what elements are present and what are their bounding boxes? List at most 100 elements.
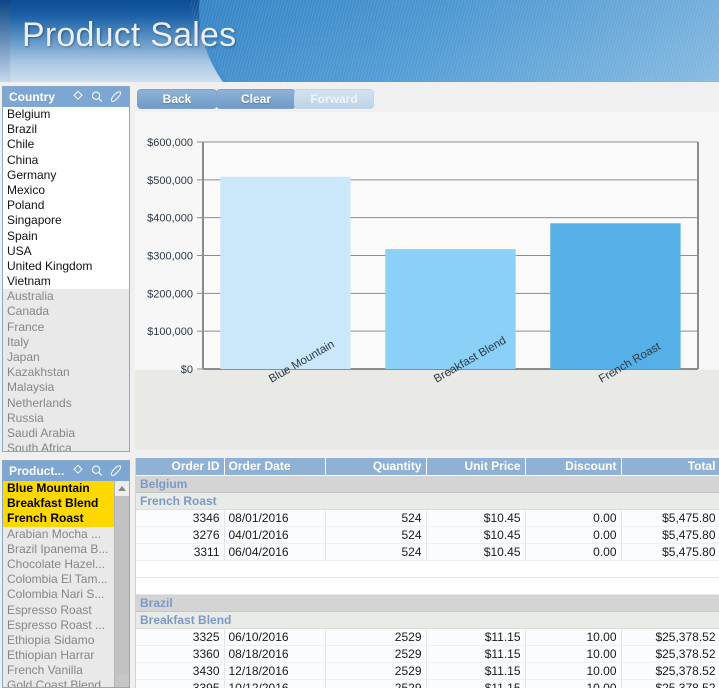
column-header-total[interactable]: Total — [621, 458, 719, 476]
country-list-item[interactable]: Saudi Arabia — [3, 426, 129, 441]
clear-button[interactable]: Clear — [216, 89, 296, 109]
country-list-item[interactable]: Spain — [3, 228, 129, 244]
product-list-item[interactable]: Brazil Ipanema B... — [3, 542, 114, 557]
country-list-item[interactable]: Belgium — [3, 107, 129, 123]
product-list-item[interactable]: French Vanilla — [3, 663, 114, 678]
country-list-item[interactable]: Brazil — [3, 122, 129, 138]
country-list-item[interactable]: USA — [3, 243, 129, 259]
product-list-item[interactable]: French Roast — [3, 511, 114, 527]
country-list-item[interactable]: Poland — [3, 198, 129, 214]
scroll-up-icon[interactable] — [115, 481, 129, 497]
scrollbar-thumb[interactable] — [115, 497, 129, 675]
eraser-icon[interactable] — [109, 90, 123, 104]
eraser-icon[interactable] — [109, 464, 123, 478]
country-listbox-title: Country — [9, 90, 55, 104]
product-list-item[interactable]: Blue Mountain — [3, 481, 114, 497]
table-row[interactable]: 3430 12/18/2016 2529 $11.15 10.00 $25,378.52 — [136, 662, 719, 680]
cell-order_date: 04/01/2016 — [224, 526, 326, 544]
country-list-item[interactable]: Vietnam — [3, 274, 129, 290]
country-list-item[interactable]: Kazakhstan — [3, 365, 129, 380]
country-list-item[interactable]: China — [3, 152, 129, 168]
country-list-item[interactable]: France — [3, 320, 129, 335]
spacer-cell — [136, 560, 719, 578]
cell-order_id: 3276 — [136, 526, 225, 544]
cell-order_date: 06/10/2016 — [224, 628, 326, 646]
product-listbox-icons — [71, 464, 125, 478]
product-list-item[interactable]: Espresso Roast ... — [3, 618, 114, 633]
banner-texture-decoration — [189, 0, 719, 82]
cell-total: $25,378.52 — [621, 628, 719, 646]
cell-quantity: 2529 — [325, 662, 427, 680]
back-button[interactable]: Back — [137, 89, 217, 109]
order-details-table[interactable]: Order ID Order Date Quantity Unit Price Disc… — [135, 458, 719, 688]
country-list-item[interactable]: Italy — [3, 335, 129, 350]
product-group-row[interactable]: French Roast — [136, 492, 719, 510]
country-list-item[interactable]: South Africa — [3, 441, 129, 451]
page-banner: Product Sales — [0, 0, 719, 82]
sort-toggle-icon[interactable] — [71, 90, 85, 104]
banner-left-edge — [0, 0, 10, 82]
cell-unit_price: $11.15 — [426, 679, 526, 688]
product-list-item[interactable]: Gold Coast Blend — [3, 678, 114, 687]
product-listbox[interactable]: Product... Blue Mountain Breakfast Blend F… — [2, 460, 130, 688]
country-list-item[interactable]: Netherlands — [3, 396, 129, 411]
table-row[interactable]: 3325 06/10/2016 2529 $11.15 10.00 $25,378.52 — [136, 628, 719, 646]
column-header-discount[interactable]: Discount — [525, 458, 622, 476]
product-list-item[interactable]: Chocolate Hazel... — [3, 557, 114, 572]
product-list-item[interactable]: Colombia El Tam... — [3, 572, 114, 587]
product-listbox-scrollbar[interactable] — [114, 481, 129, 687]
cell-order_id: 3360 — [136, 645, 225, 663]
column-header-unit_price[interactable]: Unit Price — [426, 458, 526, 476]
country-list-item[interactable]: Japan — [3, 350, 129, 365]
column-header-quantity[interactable]: Quantity — [325, 458, 427, 476]
table-row[interactable]: 3276 04/01/2016 524 $10.45 0.00 $5,475.80 — [136, 526, 719, 544]
country-group-row[interactable]: Belgium — [136, 475, 719, 493]
country-list-item[interactable]: Singapore — [3, 213, 129, 229]
product-list-item[interactable]: Ethiopian Harrar — [3, 648, 114, 663]
country-listbox-items[interactable]: Belgium Brazil Chile China Germany Mexico Pola… — [3, 107, 129, 451]
table-row[interactable]: 3360 08/18/2016 2529 $11.15 10.00 $25,378.52 — [136, 645, 719, 663]
table-row[interactable]: 3346 08/01/2016 524 $10.45 0.00 $5,475.80 — [136, 509, 719, 527]
chart-y-tick-label: $200,000 — [147, 288, 193, 300]
forward-button[interactable]: Forward — [294, 89, 374, 109]
sales-bar-chart[interactable]: $0 $100,000 $200,000 $300,000 $400,000 $500,0… — [135, 112, 719, 450]
search-icon[interactable] — [90, 90, 104, 104]
product-list-item[interactable]: Arabian Mocha ... — [3, 527, 114, 542]
country-list-item[interactable]: Chile — [3, 137, 129, 153]
cell-quantity: 2529 — [325, 628, 427, 646]
product-list-item[interactable]: Colombia Nari S... — [3, 587, 114, 602]
cell-total: $25,378.52 — [621, 662, 719, 680]
country-list-item[interactable]: United Kingdom — [3, 258, 129, 275]
product-list-item[interactable]: Breakfast Blend — [3, 496, 114, 512]
product-list-item[interactable]: Ethiopia Sidamo — [3, 633, 114, 648]
product-listbox-items[interactable]: Blue Mountain Breakfast Blend French Roast… — [3, 481, 114, 687]
column-header-order_id[interactable]: Order ID — [136, 458, 225, 476]
order-grid-header: Order ID Order Date Quantity Unit Price Disc… — [136, 458, 719, 476]
cell-order_date: 12/18/2016 — [224, 662, 326, 680]
chart-y-tick-label: $0 — [181, 364, 193, 376]
table-row[interactable]: 3395 10/12/2016 2529 $11.15 10.00 $25,378.52 — [136, 679, 719, 688]
product-group-row[interactable]: Breakfast Blend — [136, 611, 719, 629]
country-list-item[interactable]: Mexico — [3, 182, 129, 199]
column-header-order_date[interactable]: Order Date — [224, 458, 326, 476]
product-list-item[interactable]: Espresso Roast — [3, 603, 114, 618]
country-list-item[interactable]: Germany — [3, 167, 129, 183]
table-row[interactable]: 3311 06/04/2016 524 $10.45 0.00 $5,475.80 — [136, 543, 719, 561]
country-list-item[interactable]: Australia — [3, 289, 129, 304]
cell-quantity: 2529 — [325, 645, 427, 663]
search-icon[interactable] — [90, 464, 104, 478]
country-list-item[interactable]: Canada — [3, 304, 129, 319]
table-header-row: Order ID Order Date Quantity Unit Price Disc… — [136, 458, 719, 476]
chart-floor — [135, 370, 719, 450]
cell-discount: 0.00 — [525, 526, 622, 544]
country-listbox[interactable]: Country Belgium Brazil Chile China Germany Me… — [2, 86, 130, 452]
country-list-item[interactable]: Malaysia — [3, 380, 129, 395]
country-group-row[interactable]: Brazil — [136, 594, 719, 612]
country-list-item[interactable]: Russia — [3, 411, 129, 426]
sort-toggle-icon[interactable] — [71, 464, 85, 478]
cell-order_id: 3430 — [136, 662, 225, 680]
chart-y-tick-label: $400,000 — [147, 213, 193, 225]
chart-bar[interactable] — [550, 223, 681, 369]
cell-order_id: 3325 — [136, 628, 225, 646]
cell-discount: 10.00 — [525, 645, 622, 663]
